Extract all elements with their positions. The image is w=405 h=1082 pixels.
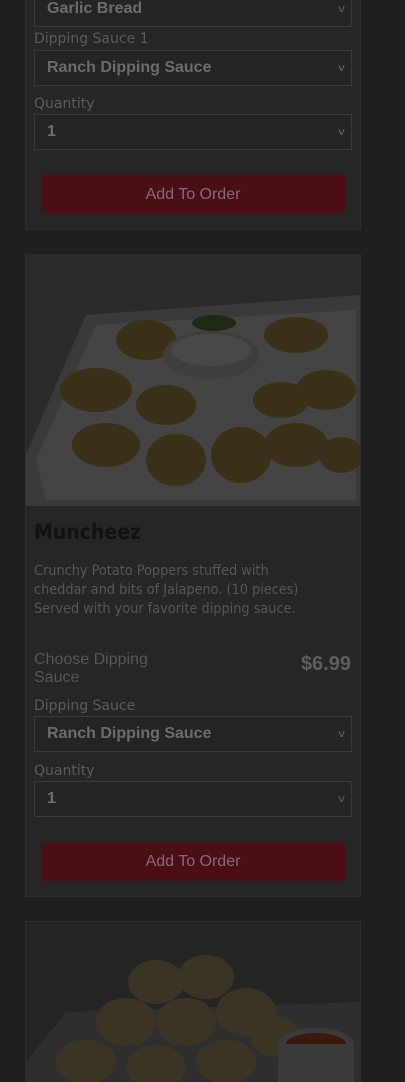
menu-page: Garlic Bread ˅ Dipping Sauce 1 Ranch Dip… (0, 0, 405, 1082)
next-item-photo (26, 922, 360, 1082)
quantity-select[interactable]: 1 ˅ (34, 781, 352, 817)
sauce-label: Dipping Sauce 1 (34, 31, 149, 47)
quantity-select-value: 1 (47, 123, 56, 140)
menu-card-garlic-bread: Garlic Bread ˅ Dipping Sauce 1 Ranch Dip… (25, 0, 361, 230)
choose-dipping-sauce-label: Choose Dipping Sauce (34, 651, 148, 686)
quantity-select-value: 1 (47, 790, 56, 807)
side-select-value: Garlic Bread (47, 0, 143, 17)
item-title: Muncheez (34, 520, 142, 544)
muncheez-image (26, 255, 360, 506)
sauce-select-value: Ranch Dipping Sauce (47, 59, 212, 76)
chevron-down-icon: ˅ (337, 727, 345, 741)
menu-card-muncheez: Muncheez Crunchy Potato Poppers stuffed … (25, 254, 361, 897)
add-to-order-button[interactable]: Add To Order (41, 842, 345, 881)
menu-card-next (25, 921, 361, 1082)
sauce-select-value: Ranch Dipping Sauce (47, 725, 212, 742)
sauce-select[interactable]: Ranch Dipping Sauce ˅ (34, 716, 352, 752)
quantity-label: Quantity (34, 96, 95, 112)
sauce-select[interactable]: Ranch Dipping Sauce ˅ (34, 50, 352, 86)
quantity-select[interactable]: 1 ˅ (34, 114, 352, 150)
chevron-down-icon: ˅ (337, 125, 345, 139)
side-select[interactable]: Garlic Bread ˅ (34, 0, 352, 27)
quantity-label: Quantity (34, 763, 95, 779)
add-to-order-button[interactable]: Add To Order (41, 175, 345, 214)
chevron-down-icon: ˅ (337, 61, 345, 75)
chevron-down-icon: ˅ (337, 2, 345, 16)
muncheez-photo (26, 255, 360, 506)
next-item-image (26, 922, 360, 1082)
item-price: $6.99 (300, 653, 351, 675)
item-description: Crunchy Potato Poppers stuffed with ched… (34, 563, 299, 617)
chevron-down-icon: ˅ (337, 792, 345, 806)
sauce-label: Dipping Sauce (34, 698, 136, 714)
